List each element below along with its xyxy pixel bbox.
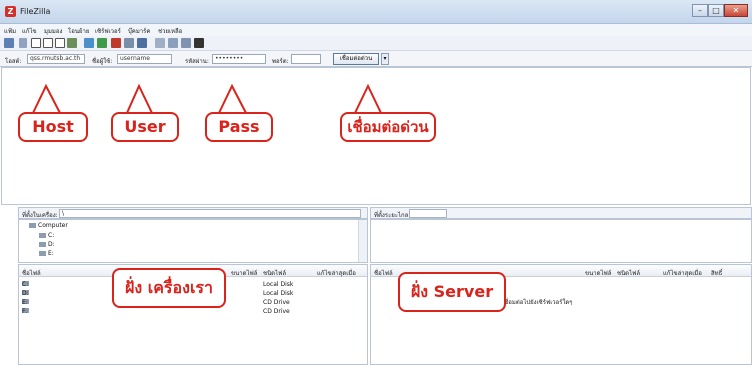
- remote-path-input[interactable]: [409, 209, 447, 218]
- remote-directory-tree[interactable]: [370, 219, 752, 263]
- computer-icon: [29, 223, 36, 228]
- tree-item-computer-label: Computer: [38, 222, 68, 229]
- drive-icon: [39, 242, 46, 247]
- tree-item-e[interactable]: E:: [39, 250, 54, 257]
- column-permissions[interactable]: สิทธิ์: [711, 268, 722, 278]
- callout-local: ฝั่ง เครื่องเรา: [112, 268, 226, 308]
- callout-host-label: Host: [32, 117, 74, 136]
- column-filesize[interactable]: ขนาดไฟล์: [231, 268, 257, 278]
- tree-item-c-label: C:: [48, 232, 55, 239]
- column-filename[interactable]: ชื่อไฟล์: [374, 268, 393, 278]
- tree-item-d[interactable]: D:: [39, 241, 55, 248]
- callout-quickconnect-label: เชื่อมต่อด่วน: [347, 118, 429, 136]
- callout-user-label: User: [124, 117, 166, 136]
- callout-server-label: ฝั่ง Server: [410, 282, 494, 301]
- column-modified[interactable]: แก้ไขล่าสุดเมื่อ: [663, 268, 702, 278]
- callout-host: Host: [18, 112, 88, 142]
- local-tree-scrollbar[interactable]: [358, 220, 367, 262]
- column-modified[interactable]: แก้ไขล่าสุดเมื่อ: [317, 268, 356, 278]
- column-filetype[interactable]: ชนิดไฟล์: [617, 268, 640, 278]
- local-site-bar: ที่ตั้งในเครื่อง: \: [18, 207, 368, 219]
- file-type: Local Disk: [263, 281, 294, 288]
- callout-local-label: ฝั่ง เครื่องเรา: [125, 278, 213, 297]
- file-type: CD Drive: [263, 308, 290, 315]
- callout-pass: Pass: [205, 112, 273, 142]
- tree-item-e-label: E:: [48, 250, 54, 257]
- file-type: CD Drive: [263, 299, 290, 306]
- tree-item-d-label: D:: [48, 241, 55, 248]
- remote-site-bar: ที่ตั้งระยะไกล:: [370, 207, 752, 219]
- column-filename[interactable]: ชื่อไฟล์: [22, 268, 41, 278]
- callout-pass-label: Pass: [218, 117, 260, 136]
- drive-icon: [39, 233, 46, 238]
- callout-server: ฝั่ง Server: [398, 272, 506, 312]
- cd-drive-icon: [39, 251, 46, 256]
- callout-quickconnect: เชื่อมต่อด่วน: [340, 112, 436, 142]
- local-directory-tree[interactable]: Computer C: D: E:: [18, 219, 368, 263]
- file-type: Local Disk: [263, 290, 294, 297]
- local-path-input[interactable]: \: [59, 209, 361, 218]
- column-filetype[interactable]: ชนิดไฟล์: [263, 268, 286, 278]
- column-filesize[interactable]: ขนาดไฟล์: [585, 268, 611, 278]
- callout-user: User: [111, 112, 179, 142]
- tree-item-computer[interactable]: Computer: [29, 222, 68, 229]
- tree-item-c[interactable]: C:: [39, 232, 54, 239]
